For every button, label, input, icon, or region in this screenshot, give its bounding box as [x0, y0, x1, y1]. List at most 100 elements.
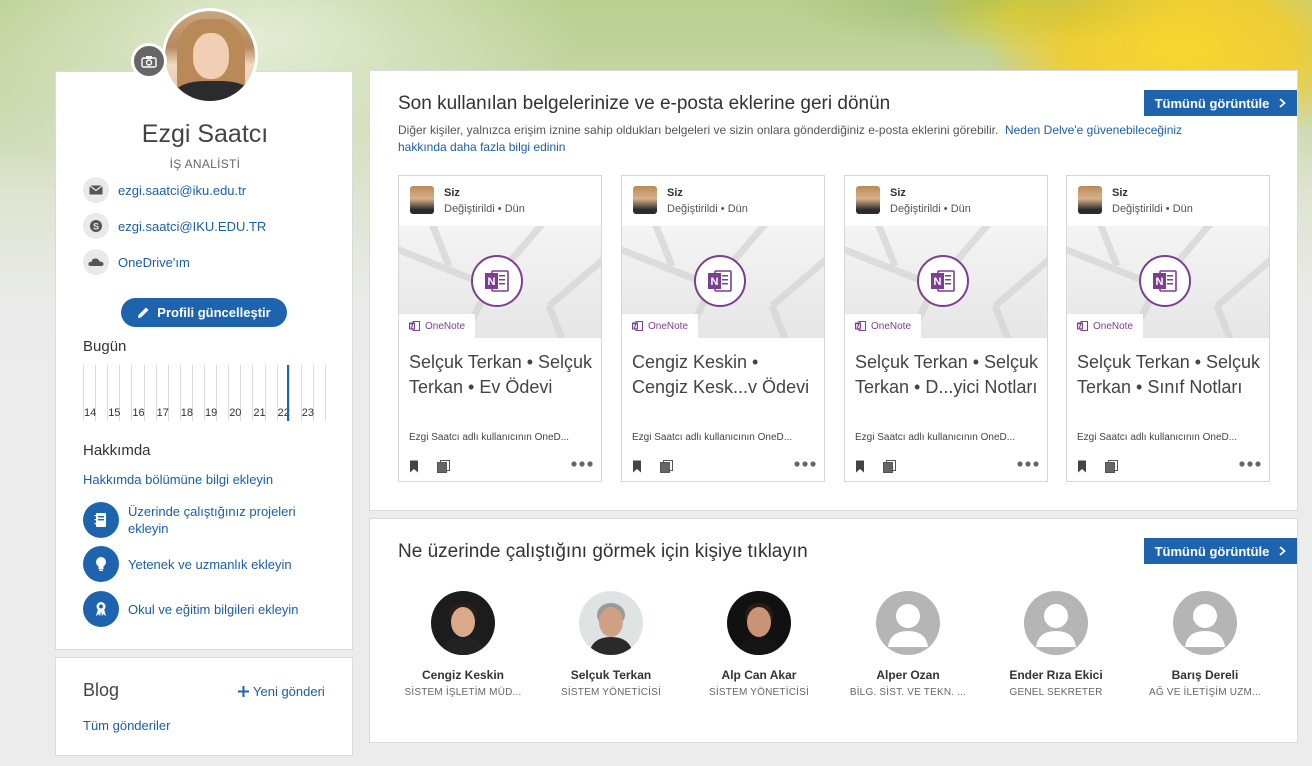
person-photo[interactable]: [431, 591, 495, 655]
contact-skype-row[interactable]: S ezgi.saatci@IKU.EDU.TR: [83, 213, 266, 239]
document-actions: [1077, 458, 1261, 476]
app-name: OneNote: [425, 320, 466, 332]
bookmark-icon[interactable]: [632, 460, 642, 473]
document-card-header: Siz Değiştirildi • Dün: [1067, 176, 1269, 226]
document-location: Ezgi Saatcı adlı kullanıcının OneD...: [632, 432, 793, 443]
document-thumbnail[interactable]: N N OneNote: [1067, 226, 1269, 338]
bookmark-icon[interactable]: [1077, 460, 1087, 473]
svg-text:N: N: [934, 276, 942, 288]
timeline-slot[interactable]: [167, 365, 181, 421]
profile-job-title: İŞ ANALİSTİ: [169, 157, 241, 171]
person-card[interactable]: Ender Rıza Ekici GENEL SEKRETER: [982, 591, 1130, 698]
copy-icon[interactable]: [883, 460, 896, 473]
people-see-all-button[interactable]: Tümünü görüntüle: [1144, 538, 1297, 564]
document-title[interactable]: Cengiz Keskin • Cengiz Kesk...v Ödevi: [632, 350, 818, 400]
documents-heading: Son kullanılan belgelerinize ve e-posta …: [398, 93, 891, 114]
document-title[interactable]: Selçuk Terkan • Selçuk Terkan • D...yici…: [855, 350, 1041, 400]
person-name[interactable]: Barış Dereli: [1131, 668, 1279, 682]
timeline-slot[interactable]: [312, 365, 326, 421]
timeline-hour-label: 15: [108, 407, 121, 419]
document-card[interactable]: Siz Değiştirildi • Dün N N: [1066, 175, 1270, 482]
more-options-icon[interactable]: [1017, 461, 1039, 467]
add-skills-label: Yetenek ve uzmanlık ekleyin: [128, 556, 292, 572]
timeline-slot[interactable]: [191, 365, 205, 421]
timeline-slot[interactable]: [288, 365, 302, 421]
new-post-link[interactable]: Yeni gönderi: [238, 684, 325, 699]
onedrive-link[interactable]: OneDrive'ım: [118, 255, 190, 270]
document-actions: [632, 458, 816, 476]
document-title[interactable]: Selçuk Terkan • Selçuk Terkan • Sınıf No…: [1077, 350, 1263, 400]
bookmark-icon[interactable]: [855, 460, 865, 473]
owner-avatar: [410, 186, 434, 214]
copy-icon[interactable]: [660, 460, 673, 473]
document-thumbnail[interactable]: N N OneNote: [845, 226, 1047, 338]
person-photo[interactable]: [727, 591, 791, 655]
timeline-slot[interactable]: [264, 365, 278, 421]
change-photo-camera-icon[interactable]: [131, 43, 167, 79]
default-avatar-icon[interactable]: [876, 591, 940, 655]
more-options-icon[interactable]: [571, 461, 593, 467]
copy-icon[interactable]: [1105, 460, 1118, 473]
documents-description: Diğer kişiler, yalnızca erişim iznine sa…: [398, 122, 1228, 156]
skype-link[interactable]: ezgi.saatci@IKU.EDU.TR: [118, 219, 266, 234]
email-link[interactable]: ezgi.saatci@iku.edu.tr: [118, 183, 246, 198]
more-options-icon[interactable]: [794, 461, 816, 467]
app-tag: N OneNote: [845, 314, 922, 338]
add-skills-action[interactable]: Yetenek ve uzmanlık ekleyin: [83, 546, 323, 582]
add-education-action[interactable]: Okul ve eğitim bilgileri ekleyin: [83, 591, 323, 627]
person-photo[interactable]: [579, 591, 643, 655]
document-owner: Siz: [667, 187, 683, 199]
app-name: OneNote: [648, 320, 689, 332]
timeline-slot[interactable]: [95, 365, 108, 421]
onenote-icon: N: [694, 255, 746, 307]
timeline-slot[interactable]: [216, 365, 229, 421]
add-projects-label: Üzerinde çalıştığınız projeleri ekleyin: [128, 504, 296, 536]
today-heading: Bugün: [83, 338, 127, 355]
person-name[interactable]: Selçuk Terkan: [537, 668, 685, 682]
ribbon-icon: [83, 591, 119, 627]
person-name[interactable]: Alp Can Akar: [685, 668, 833, 682]
person-name[interactable]: Ender Rıza Ekici: [982, 668, 1130, 682]
onenote-small-icon: N: [632, 321, 643, 331]
update-profile-button[interactable]: Profili güncelleştir: [121, 298, 287, 327]
onenote-icon: N: [471, 255, 523, 307]
today-timeline[interactable]: 14 15 16 17 18 19 20 21 22 23: [83, 365, 326, 421]
add-projects-action[interactable]: Üzerinde çalıştığınız projeleri ekleyin: [83, 502, 323, 538]
person-card[interactable]: Cengiz Keskin SİSTEM İŞLETİM MÜD...: [389, 591, 537, 698]
contact-email-row[interactable]: ezgi.saatci@iku.edu.tr: [83, 177, 246, 203]
person-name[interactable]: Cengiz Keskin: [389, 668, 537, 682]
documents-see-all-button[interactable]: Tümünü görüntüle: [1144, 90, 1297, 116]
contact-onedrive-row[interactable]: OneDrive'ım: [83, 249, 190, 275]
document-card[interactable]: Siz Değiştirildi • Dün N N: [398, 175, 602, 482]
timeline-hour-label: 20: [229, 407, 242, 419]
bookmark-icon[interactable]: [409, 460, 419, 473]
document-card[interactable]: Siz Değiştirildi • Dün N N: [621, 175, 825, 482]
document-title[interactable]: Selçuk Terkan • Selçuk Terkan • Ev Ödevi: [409, 350, 595, 400]
person-card[interactable]: Selçuk Terkan SİSTEM YÖNETİCİSİ: [537, 591, 685, 698]
person-card[interactable]: Alp Can Akar SİSTEM YÖNETİCİSİ: [685, 591, 833, 698]
copy-icon[interactable]: [437, 460, 450, 473]
document-actions: [409, 458, 593, 476]
document-card-header: Siz Değiştirildi • Dün: [845, 176, 1047, 226]
app-tag: N OneNote: [399, 314, 476, 338]
add-about-link[interactable]: Hakkımda bölümüne bilgi ekleyin: [83, 472, 273, 487]
all-posts-link[interactable]: Tüm gönderiler: [83, 718, 170, 733]
profile-photo[interactable]: [162, 8, 258, 104]
person-name[interactable]: Alper Ozan: [834, 668, 982, 682]
more-options-icon[interactable]: [1239, 461, 1261, 467]
chevron-right-icon: [1279, 98, 1287, 108]
document-card[interactable]: Siz Değiştirildi • Dün N N: [844, 175, 1048, 482]
person-card[interactable]: Barış Dereli AĞ VE İLETİŞİM UZM...: [1131, 591, 1279, 698]
skype-icon: S: [83, 213, 109, 239]
timeline-slot[interactable]: [240, 365, 253, 421]
default-avatar-icon[interactable]: [1024, 591, 1088, 655]
document-location: Ezgi Saatcı adlı kullanıcının OneD...: [1077, 432, 1238, 443]
document-thumbnail[interactable]: N N OneNote: [622, 226, 824, 338]
person-card[interactable]: Alper Ozan BİLG. SİST. VE TEKN. ...: [834, 591, 982, 698]
document-thumbnail[interactable]: N N OneNote: [399, 226, 601, 338]
timeline-slot[interactable]: [143, 365, 157, 421]
person-role: SİSTEM YÖNETİCİSİ: [561, 687, 661, 698]
timeline-slot[interactable]: [119, 365, 132, 421]
default-avatar-icon[interactable]: [1173, 591, 1237, 655]
svg-text:N: N: [856, 325, 860, 331]
